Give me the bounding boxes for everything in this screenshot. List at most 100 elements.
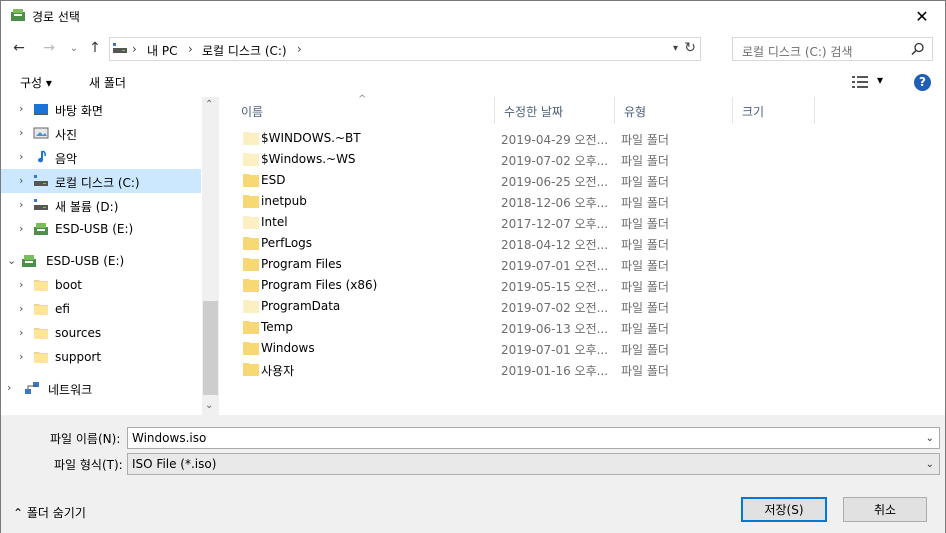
file-date: 2019-05-15 오전... (501, 280, 609, 294)
file-row[interactable]: inetpub 2018-12-06 오후... 파일 폴더 (221, 191, 945, 212)
tree-item[interactable]: › boot (1, 273, 201, 297)
hide-folders-button[interactable]: ⌃ 폴더 숨기기 (13, 504, 86, 521)
cancel-button[interactable]: 취소 (843, 497, 927, 522)
save-dialog: 경로 선택 ✕ ← → ⌄ ↑ › 내 PC › 로컬 디스크 (C:) › ▾… (0, 0, 946, 533)
tree-item[interactable]: › 음악 (1, 145, 201, 169)
file-date: 2018-04-12 오전... (501, 238, 609, 252)
folder-icon (243, 321, 259, 334)
chevron-right-icon[interactable]: › (19, 326, 23, 339)
tree-item[interactable]: › efi (1, 297, 201, 321)
sort-ascending-icon: ^ (358, 94, 367, 105)
file-row[interactable]: Program Files 2019-07-01 오전... 파일 폴더 (221, 254, 945, 275)
chevron-down-icon[interactable]: ⌄ (7, 254, 16, 267)
chevron-down-icon[interactable]: ⌄ (926, 459, 934, 470)
network-icon (24, 380, 40, 396)
breadcrumb-this-pc[interactable]: 내 PC (147, 42, 177, 59)
folder-icon (33, 325, 49, 341)
chevron-right-icon[interactable]: › (19, 350, 23, 363)
filetype-select[interactable]: ISO File (*.iso) ⌄ (127, 453, 940, 475)
tree-item-label: support (55, 350, 102, 364)
file-name: inetpub (261, 194, 307, 208)
refresh-icon[interactable]: ↻ (684, 40, 696, 56)
folder-icon (243, 174, 259, 187)
tree-item[interactable]: › 로컬 디스크 (C:) (1, 169, 201, 193)
filename-label: 파일 이름(N): (50, 432, 121, 446)
tree-item-label: sources (55, 326, 102, 340)
folder-icon (33, 349, 49, 365)
tree-scrollbar[interactable]: ⌃ ⌄ (202, 97, 219, 415)
column-header-type[interactable]: 유형 (615, 97, 733, 124)
address-bar[interactable]: › 내 PC › 로컬 디스크 (C:) › ▾ ↻ (109, 37, 701, 61)
file-row[interactable]: ProgramData 2019-07-02 오전... 파일 폴더 (221, 296, 945, 317)
file-row[interactable]: $WINDOWS.~BT 2019-04-29 오전... 파일 폴더 (221, 128, 945, 149)
scrollbar-thumb[interactable] (203, 301, 218, 395)
folder-icon (243, 153, 259, 166)
new-folder-button[interactable]: 새 폴더 (89, 74, 126, 91)
file-type: 파일 폴더 (621, 364, 669, 378)
chevron-right-icon[interactable]: › (19, 150, 23, 163)
tree-item-label: efi (55, 302, 70, 316)
back-button[interactable]: ← (9, 38, 29, 58)
tree-item[interactable]: › sources (1, 321, 201, 345)
tree-item[interactable]: ⌄ ESD-USB (E:) (1, 249, 201, 273)
search-icon (911, 42, 924, 56)
column-header-size[interactable]: 크기 (733, 97, 815, 124)
file-name: ProgramData (261, 299, 341, 313)
view-dropdown-button[interactable]: ▾ (877, 73, 883, 87)
drive-icon (33, 197, 49, 213)
file-type: 파일 폴더 (621, 238, 669, 252)
chevron-right-icon[interactable]: › (7, 381, 11, 394)
file-row[interactable]: PerfLogs 2018-04-12 오전... 파일 폴더 (221, 233, 945, 254)
drive-icon (113, 43, 127, 53)
navigation-bar: ← → ⌄ ↑ › 내 PC › 로컬 디스크 (C:) › ▾ ↻ 로컬 디스… (1, 34, 945, 62)
file-row[interactable]: Intel 2017-12-07 오후... 파일 폴더 (221, 212, 945, 233)
chevron-right-icon[interactable]: › (19, 222, 23, 235)
search-input[interactable]: 로컬 디스크 (C:) 검색 (732, 37, 933, 61)
tree-item[interactable]: › 바탕 화면 (1, 97, 201, 121)
file-row[interactable]: Temp 2019-06-13 오전... 파일 폴더 (221, 317, 945, 338)
tree-item-label: ESD-USB (E:) (46, 254, 125, 268)
tree-item[interactable]: › support (1, 345, 201, 369)
column-header-date[interactable]: 수정한 날짜 (495, 97, 615, 124)
breadcrumb-local-disk[interactable]: 로컬 디스크 (C:) (202, 42, 287, 59)
chevron-right-icon[interactable]: › (19, 102, 23, 115)
organize-button[interactable]: 구성 ▾ (20, 74, 52, 91)
chevron-down-icon[interactable]: ⌄ (926, 433, 934, 444)
chevron-right-icon[interactable]: › (19, 198, 23, 211)
chevron-right-icon[interactable]: › (19, 278, 23, 291)
file-row[interactable]: Windows 2019-07-01 오후... 파일 폴더 (221, 338, 945, 359)
usb-drive-icon (33, 221, 49, 237)
view-options-icon[interactable] (852, 75, 868, 89)
column-header-name[interactable]: 이름 ^ (221, 94, 495, 124)
save-button[interactable]: 저장(S) (741, 497, 827, 522)
file-name: ESD (261, 173, 286, 187)
file-name: Intel (261, 215, 288, 229)
file-row[interactable]: $Windows.~WS 2019-07-02 오후... 파일 폴더 (221, 149, 945, 170)
up-button[interactable]: ↑ (85, 38, 105, 58)
chevron-right-icon[interactable]: › (19, 126, 23, 139)
file-row[interactable]: 사용자 2019-01-16 오후... 파일 폴더 (221, 359, 945, 380)
tree-item[interactable]: › 네트워크 (1, 376, 201, 400)
file-name: $Windows.~WS (261, 152, 356, 166)
chevron-right-icon[interactable]: › (19, 174, 23, 187)
title-bar: 경로 선택 ✕ (1, 1, 945, 31)
folder-icon (33, 277, 49, 293)
drive-icon (33, 173, 49, 189)
tree-item[interactable]: › 사진 (1, 121, 201, 145)
chevron-right-icon[interactable]: › (19, 302, 23, 315)
folder-icon (243, 300, 259, 313)
forward-button[interactable]: → (39, 38, 59, 58)
scroll-up-icon[interactable]: ⌃ (205, 99, 213, 110)
chevron-down-icon[interactable]: ▾ (673, 43, 678, 54)
filename-field[interactable]: Windows.iso ⌄ (127, 427, 940, 449)
file-type: 파일 폴더 (621, 133, 669, 147)
tree-item-label: boot (55, 278, 83, 292)
tree-item[interactable]: › 새 볼륨 (D:) (1, 193, 201, 217)
file-row[interactable]: Program Files (x86) 2019-05-15 오전... 파일 폴더 (221, 275, 945, 296)
close-button[interactable]: ✕ (899, 1, 945, 31)
file-row[interactable]: ESD 2019-06-25 오전... 파일 폴더 (221, 170, 945, 191)
tree-item[interactable]: › ESD-USB (E:) (1, 217, 201, 241)
help-icon[interactable]: ? (914, 74, 931, 91)
recent-locations-button[interactable]: ⌄ (64, 38, 84, 58)
scroll-down-icon[interactable]: ⌄ (205, 400, 213, 411)
